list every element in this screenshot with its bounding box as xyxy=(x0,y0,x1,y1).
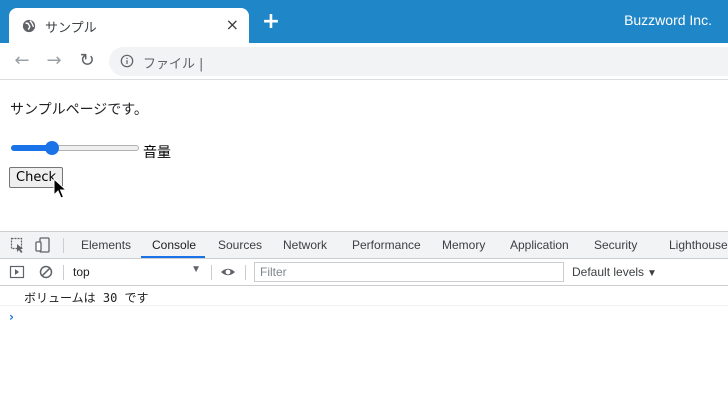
tab-performance[interactable]: Performance xyxy=(352,238,421,252)
tab-sources[interactable]: Sources xyxy=(218,238,262,252)
browser-tab[interactable]: サンプル × xyxy=(9,8,249,43)
intro-text: サンプルページです。 xyxy=(10,102,148,118)
log-levels-label: Default levels xyxy=(572,265,645,279)
toolbar-divider xyxy=(211,265,212,280)
tab-network[interactable]: Network xyxy=(283,238,327,252)
slider-thumb[interactable] xyxy=(45,141,60,155)
new-tab-button[interactable]: + xyxy=(261,11,281,33)
forward-button[interactable]: → xyxy=(43,50,65,72)
tab-elements[interactable]: Elements xyxy=(81,238,131,252)
devtools-tab-bar: Elements Console Sources Network Perform… xyxy=(0,232,728,259)
tab-console[interactable]: Console xyxy=(152,238,196,252)
devtools-panel: Elements Console Sources Network Perform… xyxy=(0,231,728,400)
toolbar-divider xyxy=(245,265,246,280)
context-selector[interactable]: top ▼ xyxy=(68,263,204,281)
address-label: ファイル | xyxy=(143,57,204,72)
toolbar-divider xyxy=(63,238,64,253)
device-toolbar-icon[interactable] xyxy=(35,237,51,253)
address-bar[interactable]: ファイル | xyxy=(109,47,728,76)
filter-input[interactable]: Filter xyxy=(254,262,564,282)
brand-label: Buzzword Inc. xyxy=(624,12,712,28)
tab-lighthouse[interactable]: Lighthouse xyxy=(669,238,728,252)
tab-title: サンプル xyxy=(45,21,97,36)
chevron-down-icon: ▼ xyxy=(191,264,201,275)
reload-button[interactable]: ↻ xyxy=(76,50,98,72)
console-prompt-icon[interactable]: › xyxy=(9,310,14,324)
console-message: ボリュームは 30 です xyxy=(0,287,728,306)
sidebar-toggle-icon[interactable] xyxy=(9,264,25,280)
active-tab-indicator xyxy=(141,256,205,258)
clear-console-icon[interactable] xyxy=(38,264,54,280)
volume-label: 音量 xyxy=(143,145,171,161)
info-icon[interactable] xyxy=(120,54,134,68)
tab-close-icon[interactable]: × xyxy=(226,15,239,35)
console-toolbar: top ▼ Filter Default levels ▼ xyxy=(0,259,728,286)
browser-tab-strip: サンプル × + Buzzword Inc. xyxy=(0,0,728,43)
tab-security[interactable]: Security xyxy=(594,238,637,252)
eye-icon[interactable] xyxy=(220,264,236,280)
tab-application[interactable]: Application xyxy=(510,238,569,252)
browser-toolbar: ← → ↻ ファイル | xyxy=(0,43,728,80)
back-button[interactable]: ← xyxy=(11,50,33,72)
inspect-element-icon[interactable] xyxy=(10,237,26,253)
text-caret: | xyxy=(199,57,204,72)
page-content: サンプルページです。 音量 Check xyxy=(0,81,728,231)
toolbar-divider xyxy=(63,265,64,280)
globe-icon xyxy=(22,19,36,33)
chevron-down-icon: ▼ xyxy=(647,268,657,279)
tab-memory[interactable]: Memory xyxy=(442,238,485,252)
console-message-text: ボリュームは 30 です xyxy=(24,291,149,305)
mouse-cursor-icon xyxy=(53,178,67,199)
log-levels-dropdown[interactable]: Default levels ▼ xyxy=(572,265,657,279)
context-value: top xyxy=(73,265,90,279)
volume-slider[interactable] xyxy=(10,141,140,155)
